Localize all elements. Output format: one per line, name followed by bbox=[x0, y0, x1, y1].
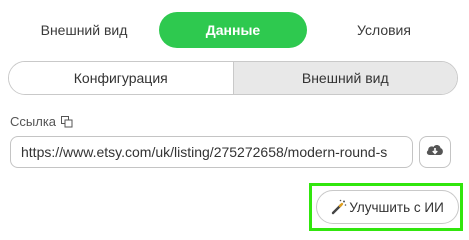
improve-with-ai-label: Улучшить с ИИ bbox=[349, 199, 444, 215]
tab-conditions[interactable]: Условия bbox=[322, 12, 446, 48]
improve-with-ai-button[interactable]: Улучшить с ИИ bbox=[316, 190, 459, 224]
top-tab-bar: Внешний вид Данные Условия bbox=[0, 12, 469, 48]
cloud-download-button[interactable] bbox=[419, 136, 451, 168]
segment-appearance[interactable]: Внешний вид bbox=[232, 62, 457, 94]
link-url-input[interactable]: https://www.etsy.com/uk/listing/27527265… bbox=[10, 136, 413, 168]
tab-data[interactable]: Данные bbox=[159, 12, 307, 48]
link-label: Ссылка bbox=[10, 114, 57, 129]
segment-configuration[interactable]: Конфигурация bbox=[9, 62, 233, 94]
link-label-row: Ссылка bbox=[10, 114, 73, 129]
magic-wand-icon bbox=[331, 199, 347, 215]
segmented-control: Конфигурация Внешний вид bbox=[8, 61, 458, 95]
cloud-download-icon bbox=[425, 142, 445, 163]
copy-icon[interactable] bbox=[61, 115, 73, 128]
tab-appearance[interactable]: Внешний вид bbox=[22, 12, 146, 48]
